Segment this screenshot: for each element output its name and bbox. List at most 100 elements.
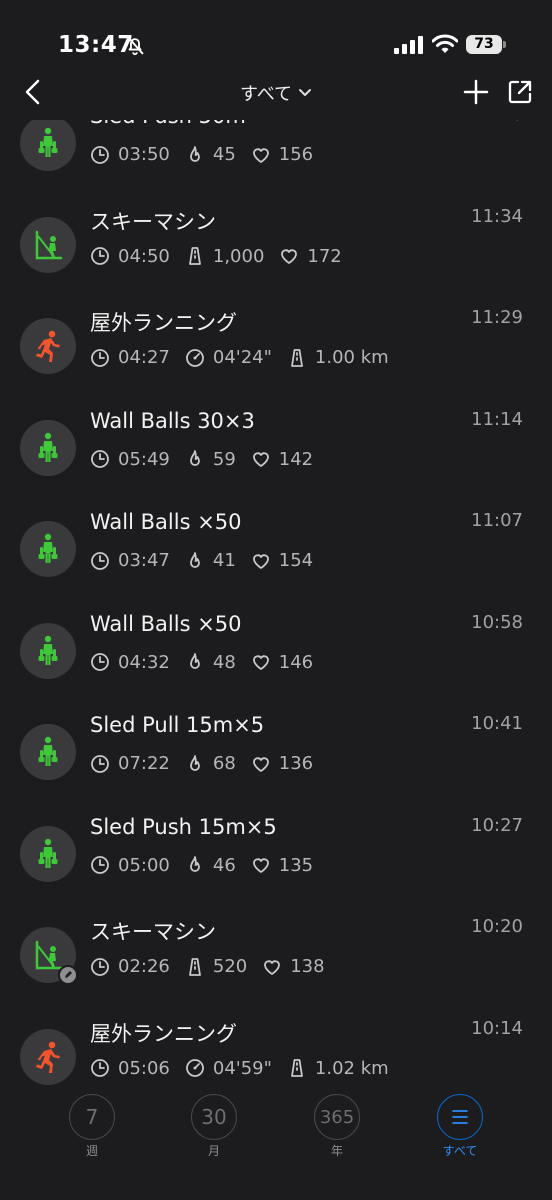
tab-year[interactable]: 365 年 (307, 1094, 367, 1159)
strength-icon (20, 419, 76, 476)
activity-row[interactable]: Wall Balls 30×3 11:14 05:49 59 142 (0, 393, 552, 495)
activity-row[interactable]: Wall Balls ×50 10:58 04:32 48 146 (0, 596, 552, 698)
running-icon (20, 318, 76, 374)
activity-row[interactable]: スキーマシン 10:20 02:26 520 138 (0, 900, 552, 1002)
stat-value: 05:06 (118, 1057, 170, 1079)
activity-row[interactable]: Wall Balls ×50 11:07 03:47 41 154 (0, 494, 552, 596)
running-icon (20, 1028, 76, 1085)
tab-week-number: 7 (69, 1094, 115, 1140)
flame-icon (185, 449, 213, 469)
tab-month-label: 月 (207, 1144, 220, 1158)
activity-stat: 02:26 (90, 956, 170, 977)
share-icon[interactable] (506, 78, 534, 106)
distance-icon (185, 957, 213, 977)
cellular-signal-icon (394, 36, 423, 54)
activity-stats: 03:47 41 154 (90, 550, 328, 571)
activity-time: 10:20 (471, 916, 523, 937)
activity-row[interactable]: Sled Push 50m 11:46 03:50 45 156 (0, 120, 552, 190)
activity-stat: 136 (251, 753, 313, 774)
ski-machine-icon (20, 927, 78, 985)
stat-value: 03:47 (118, 550, 170, 571)
tab-all-label: すべて (442, 1144, 478, 1158)
activity-stat: 138 (262, 956, 325, 977)
activity-time: 11:34 (471, 205, 523, 227)
heart-icon (251, 652, 279, 672)
activity-stat: 03:50 (90, 144, 170, 165)
strength-icon (20, 521, 76, 577)
activity-row[interactable]: 屋外ランニング 10:14 05:06 04'59" 1.02 km (0, 1002, 552, 1087)
ski-machine-icon (20, 216, 76, 273)
stat-value: 154 (278, 550, 314, 571)
distance-icon (185, 246, 213, 266)
stat-value: 59 (212, 448, 236, 470)
activity-time: 10:58 (471, 611, 523, 633)
heart-icon (251, 855, 279, 875)
activity-stats: 04:27 04'24" 1.00 km (90, 347, 404, 368)
clock-icon (90, 957, 118, 977)
activity-stat: 46 (185, 855, 236, 876)
activity-list[interactable]: Sled Push 50m 11:46 03:50 45 156 スキーマシン … (0, 120, 552, 1086)
battery-indicator: 73 (466, 35, 506, 54)
plus-icon[interactable] (462, 78, 490, 106)
heart-icon (251, 145, 279, 165)
pace-icon (185, 348, 213, 368)
stat-value: 02:26 (118, 956, 170, 977)
pace-icon (185, 1058, 213, 1078)
chevron-down-icon (299, 89, 312, 96)
flame-icon (185, 551, 213, 571)
stat-value: 46 (212, 854, 236, 876)
flame-icon (185, 145, 213, 165)
activity-stat: 03:47 (90, 550, 170, 571)
list-icon (452, 1110, 468, 1124)
clock-icon (90, 145, 118, 165)
strength-icon (20, 120, 76, 171)
activity-stat: 172 (279, 245, 342, 267)
activity-stat: 05:00 (90, 855, 170, 876)
flame-icon (185, 855, 213, 875)
tab-all[interactable]: すべて (430, 1094, 490, 1159)
activity-time: 11:07 (471, 510, 523, 531)
flame-icon (185, 652, 213, 672)
heart-icon (262, 957, 290, 977)
activity-title: Wall Balls 30×3 (90, 408, 255, 433)
activity-stats: 03:50 45 156 (90, 144, 328, 165)
activity-stats: 04:50 1,000 172 (90, 246, 357, 267)
stat-value: 04:27 (118, 347, 170, 368)
activity-stat: 59 (185, 449, 236, 470)
stat-value: 520 (212, 956, 248, 977)
activity-stat: 04'24" (185, 347, 272, 368)
nav-title: すべて (239, 84, 293, 105)
activity-title: スキーマシン (90, 920, 216, 944)
stat-value: 04:32 (118, 651, 170, 673)
tab-week-label: 週 (85, 1144, 98, 1158)
activity-title: 屋外ランニング (90, 311, 237, 335)
stat-value: 142 (278, 448, 314, 470)
status-time: 13:47 (58, 32, 134, 58)
activity-stats: 02:26 520 138 (90, 956, 340, 977)
clock-icon (90, 449, 118, 469)
stat-value: 172 (307, 245, 342, 267)
stat-value: 136 (278, 753, 314, 774)
clock-icon (90, 1058, 118, 1078)
activity-time: 11:29 (471, 307, 523, 328)
activity-stat: 156 (251, 144, 313, 165)
activity-title: Sled Push 15m×5 (90, 814, 277, 839)
tab-bar: 7 週 30 月 365 年 すべて (0, 1086, 552, 1200)
activity-stat: 04'59" (185, 1058, 272, 1079)
activity-row[interactable]: 屋外ランニング 11:29 04:27 04'24" 1.00 km (0, 291, 552, 393)
activity-row[interactable]: Sled Push 15m×5 10:27 05:00 46 135 (0, 799, 552, 901)
activity-row[interactable]: スキーマシン 11:34 04:50 1,000 172 (0, 190, 552, 292)
tab-week[interactable]: 7 週 (62, 1094, 122, 1159)
activity-title: Sled Push 50m (90, 120, 246, 128)
tab-month[interactable]: 30 月 (184, 1094, 244, 1159)
distance-icon (287, 348, 315, 368)
stat-value: 04'24" (212, 347, 272, 368)
activity-time: 11:46 (471, 120, 523, 125)
activity-stat: 05:06 (90, 1058, 170, 1079)
activity-row[interactable]: Sled Pull 15m×5 10:41 07:22 68 136 (0, 697, 552, 799)
activity-stat: 45 (185, 144, 236, 165)
activity-time: 10:14 (471, 1017, 523, 1039)
stat-value: 05:49 (118, 448, 170, 470)
activity-stat: 142 (251, 449, 313, 470)
nav-bar: すべて (0, 64, 552, 120)
